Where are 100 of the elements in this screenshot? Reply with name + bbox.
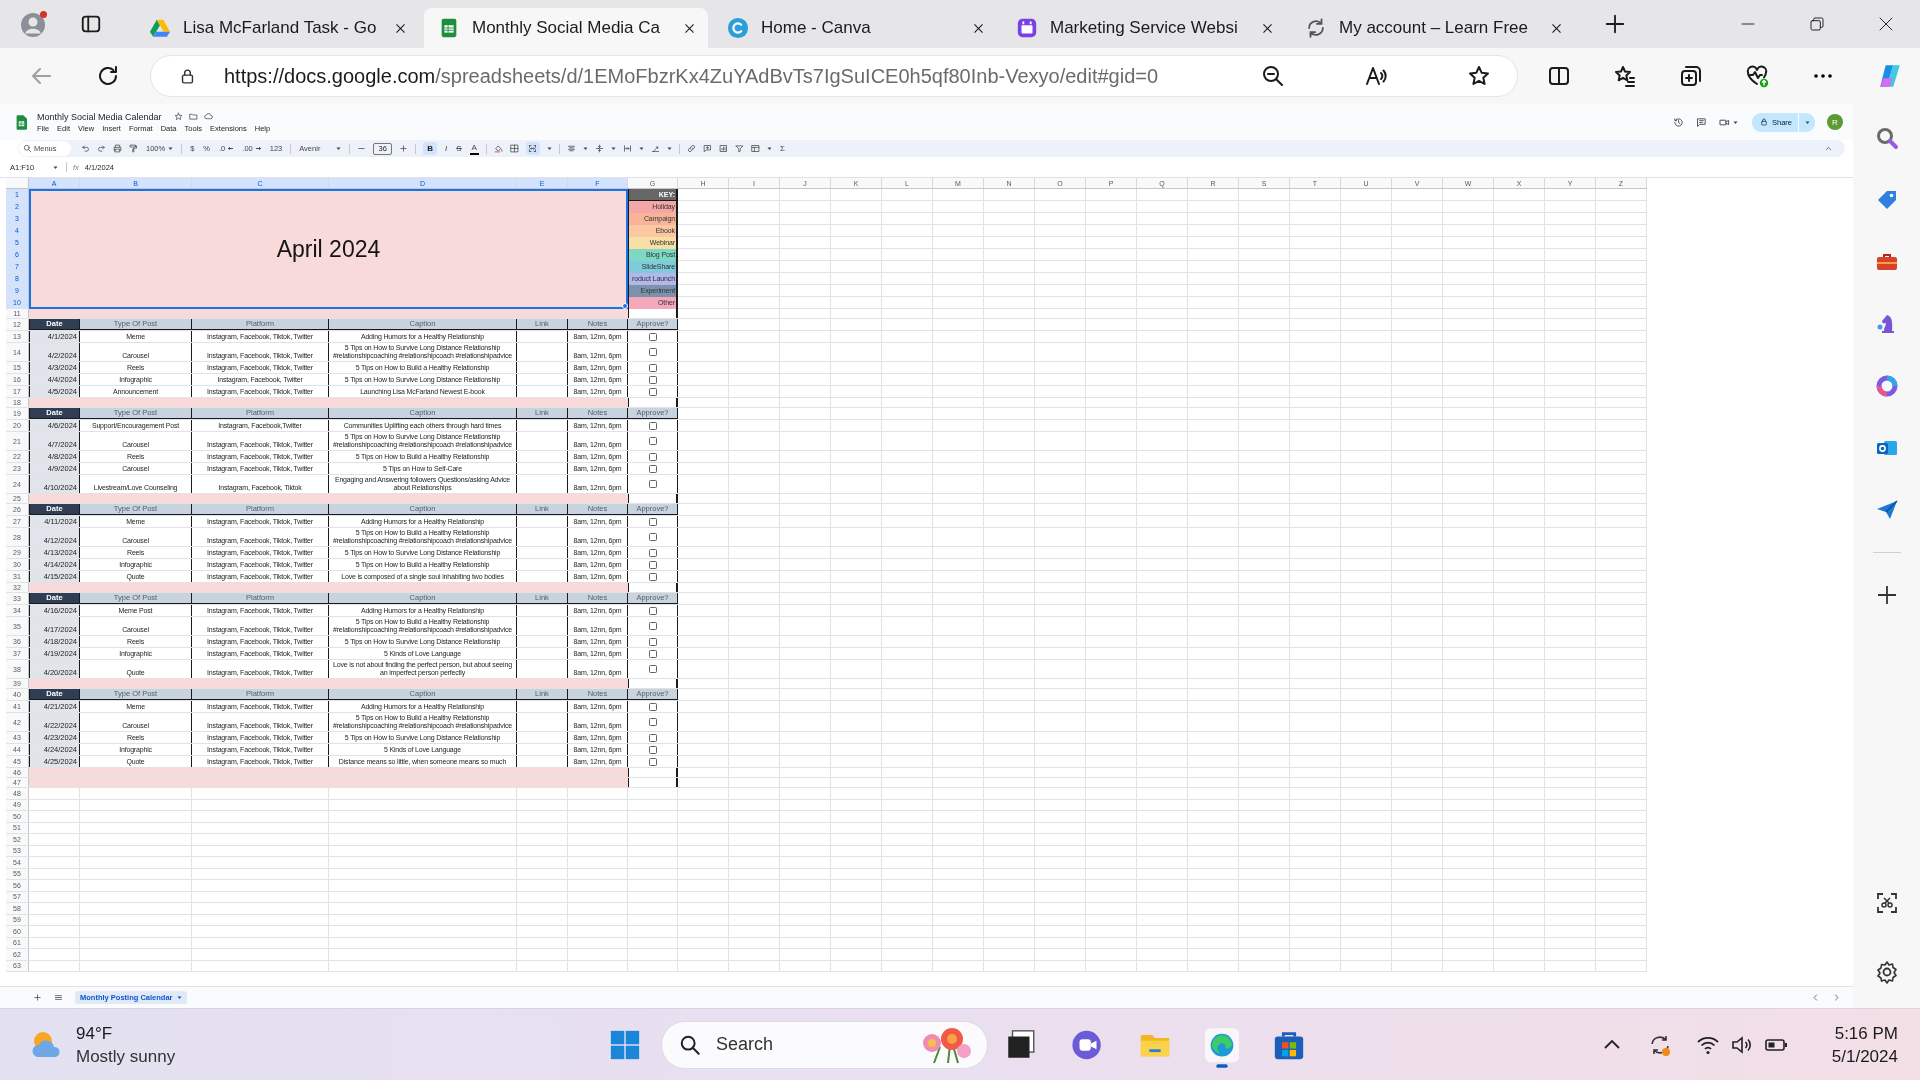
settings-icon[interactable] [1874, 960, 1899, 984]
approve-checkbox[interactable] [648, 375, 657, 384]
collections-icon[interactable] [1679, 64, 1703, 88]
search-icon[interactable] [1874, 126, 1899, 150]
weather-condition[interactable]: Mostly sunny [76, 1044, 176, 1068]
weather-temperature[interactable]: 94°F [76, 1021, 176, 1045]
add-sheet-icon[interactable] [33, 993, 42, 1002]
new-tab-icon[interactable] [1604, 13, 1626, 35]
approve-checkbox[interactable] [648, 464, 657, 473]
refresh-icon[interactable] [96, 64, 120, 88]
caret-icon[interactable] [546, 146, 552, 151]
profile-avatar-icon[interactable] [20, 10, 48, 38]
approve-checkbox[interactable] [648, 606, 657, 615]
swirl-logo-icon[interactable] [1877, 63, 1903, 89]
address-bar[interactable]: https://docs.google.com/spreadsheets/d/1EMoFbzrKx4ZuYAdBvTs7IgSuICE0h5qf80Inb-Vexyo/edit#gid=0 [150, 55, 1518, 97]
approve-checkbox[interactable] [648, 718, 657, 726]
browser-tab[interactable]: Monthly Social Media Ca [424, 8, 708, 48]
approve-checkbox[interactable] [648, 480, 657, 488]
approve-checkbox[interactable] [648, 745, 657, 754]
print-icon[interactable] [113, 144, 122, 153]
restore-icon[interactable] [1809, 16, 1825, 32]
chart-icon[interactable] [718, 144, 728, 153]
tab-actions-icon[interactable] [80, 13, 102, 35]
star-icon[interactable] [173, 112, 183, 121]
merge-cells-button[interactable] [525, 142, 540, 155]
approve-checkbox[interactable] [648, 363, 657, 372]
close-icon[interactable] [972, 21, 985, 35]
approve-checkbox[interactable] [648, 437, 657, 445]
swirl-logo-icon[interactable] [1205, 1027, 1239, 1068]
text-wrap-icon[interactable] [622, 144, 632, 153]
approve-checkbox[interactable] [648, 637, 657, 646]
table-icon[interactable] [750, 144, 760, 153]
caret-icon[interactable] [638, 146, 644, 151]
browser-tab[interactable]: Home - Canva [713, 8, 997, 48]
approve-checkbox[interactable] [648, 560, 657, 569]
paint-bucket-icon[interactable] [493, 144, 503, 153]
close-icon[interactable] [394, 21, 407, 35]
screenshot-icon[interactable] [1874, 891, 1899, 915]
clock-date[interactable]: 5/1/2024 [1831, 1044, 1898, 1068]
ring-logo-icon[interactable] [1874, 374, 1899, 398]
approve-checkbox[interactable] [648, 348, 657, 356]
strikethrough-button[interactable]: S [455, 142, 463, 155]
clock-time[interactable]: 5:16 PM [1834, 1021, 1898, 1045]
approve-checkbox[interactable] [648, 517, 657, 526]
favorites-icon[interactable] [1613, 64, 1637, 88]
approve-checkbox[interactable] [648, 533, 657, 541]
link-icon[interactable] [686, 144, 696, 153]
search-field[interactable]: Search [661, 1020, 988, 1069]
caret-icon[interactable] [1733, 119, 1738, 125]
history-icon[interactable] [1673, 116, 1684, 128]
zoom-out-icon[interactable] [1261, 64, 1285, 88]
title-cell[interactable]: April 2024 [29, 189, 628, 309]
spreadsheet-icon[interactable] [16, 114, 27, 130]
read-aloud-icon[interactable] [1364, 64, 1388, 88]
cloud-icon[interactable] [203, 112, 213, 121]
document-title[interactable]: Monthly Social Media Calendar [37, 111, 162, 122]
browser-tab[interactable]: My account – Learn Free [1291, 8, 1575, 48]
undo-icon[interactable] [81, 144, 90, 153]
italic-button[interactable]: I [444, 142, 449, 155]
approve-checkbox[interactable] [648, 757, 657, 766]
add-comment-icon[interactable] [702, 144, 712, 153]
approve-checkbox[interactable] [648, 733, 657, 742]
folder-icon[interactable] [188, 112, 198, 121]
filter-icon[interactable] [734, 144, 744, 153]
close-icon[interactable] [1550, 21, 1563, 35]
caret-icon[interactable] [610, 146, 616, 151]
comment-icon[interactable] [1696, 116, 1707, 128]
browser-tab[interactable]: Lisa McFarland Task - Go [135, 8, 419, 48]
approve-checkbox[interactable] [648, 332, 657, 341]
approve-checkbox[interactable] [648, 649, 657, 658]
approve-checkbox[interactable] [648, 665, 657, 673]
lock-icon[interactable] [179, 67, 196, 85]
approve-checkbox[interactable] [648, 421, 657, 430]
approve-checkbox[interactable] [648, 572, 657, 581]
approve-checkbox[interactable] [648, 452, 657, 461]
paint-roller-icon[interactable] [129, 144, 138, 153]
caret-icon[interactable] [766, 146, 772, 151]
text-color-button[interactable]: A [469, 142, 479, 155]
close-icon[interactable] [683, 21, 696, 35]
borders-icon[interactable] [509, 144, 519, 153]
url-text[interactable]: https://docs.google.com/spreadsheets/d/1EMoFbzrKx4ZuYAdBvTs7IgSuICE0h5qf80Inb-Vexyo/edit#gid=0 [224, 64, 1224, 88]
bold-button[interactable]: B [423, 142, 438, 155]
redo-icon[interactable] [97, 144, 106, 153]
text-rotation-icon[interactable] [650, 144, 660, 153]
functions-button[interactable]: Σ [778, 142, 786, 155]
approve-checkbox[interactable] [648, 702, 657, 711]
vertical-align-icon[interactable] [594, 144, 604, 153]
close-icon[interactable] [1878, 16, 1894, 32]
approve-checkbox[interactable] [648, 387, 657, 396]
star-icon[interactable] [1467, 64, 1491, 88]
all-sheets-icon[interactable] [54, 993, 63, 1002]
heart-pulse-icon[interactable] [1745, 64, 1769, 88]
caret-icon[interactable] [582, 146, 588, 151]
caret-icon[interactable] [666, 146, 672, 151]
split-screen-icon[interactable] [1547, 64, 1571, 88]
approve-checkbox[interactable] [648, 548, 657, 557]
approve-checkbox[interactable] [648, 622, 657, 630]
close-icon[interactable] [1261, 21, 1274, 35]
browser-tab[interactable]: Marketing Service Websi [1002, 8, 1286, 48]
align-icon[interactable] [566, 144, 576, 153]
